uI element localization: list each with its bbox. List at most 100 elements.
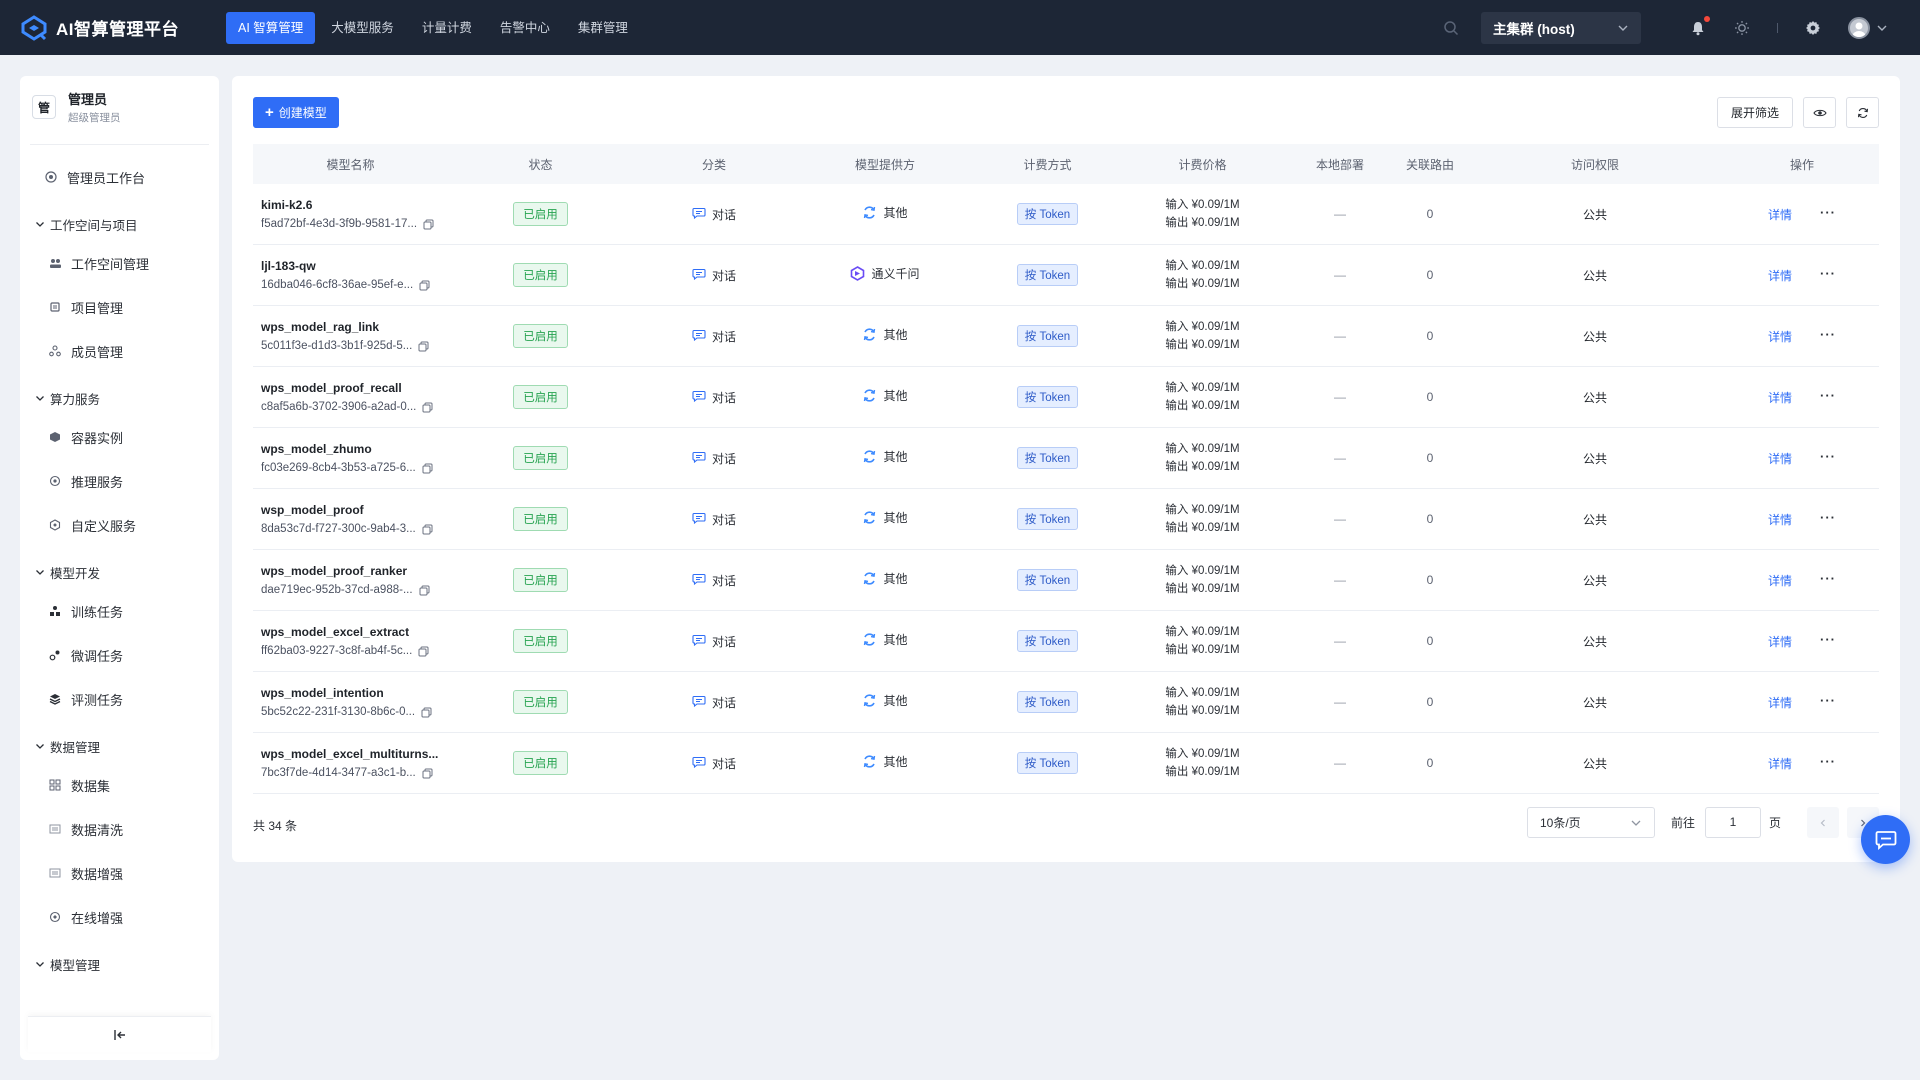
cluster-select[interactable]: 主集群 (host) [1481, 11, 1641, 44]
more-actions-icon[interactable]: ··· [1820, 632, 1836, 647]
sidebar-item-0-0[interactable]: 工作空间管理 [20, 241, 219, 285]
sidebar-item-3-3[interactable]: 在线增强 [20, 895, 219, 939]
settings-gear-icon[interactable] [1804, 19, 1822, 37]
sidebar-item-workbench[interactable]: 管理员工作台 [20, 155, 219, 199]
model-name[interactable]: wps_model_zhumo [261, 442, 372, 456]
sidebar-item-2-2[interactable]: 评测任务 [20, 677, 219, 721]
model-table: 模型名称 状态 分类 模型提供方 计费方式 计费价格 本地部署 关联路由 访问权限 操作 kimi… [253, 144, 1879, 794]
detail-link[interactable]: 详情 [1768, 450, 1792, 467]
nav-item-4[interactable]: 集群管理 [566, 12, 640, 44]
sidebar-group-1[interactable]: 算力服务 [20, 381, 219, 415]
user-menu[interactable] [1848, 16, 1888, 39]
more-actions-icon[interactable]: ··· [1820, 205, 1836, 220]
model-name[interactable]: wps_model_excel_multiturns... [261, 747, 438, 761]
sidebar-item-1-1[interactable]: 推理服务 [20, 459, 219, 503]
sidebar-item-1-2[interactable]: 自定义服务 [20, 503, 219, 547]
more-actions-icon[interactable]: ··· [1820, 693, 1836, 708]
theme-sun-icon[interactable] [1733, 19, 1751, 37]
price-output: 输出 ¥0.09/1M [1165, 339, 1240, 351]
model-name[interactable]: wps_model_proof_ranker [261, 564, 407, 578]
sidebar-item-2-0[interactable]: 训练任务 [20, 589, 219, 633]
detail-link[interactable]: 详情 [1768, 755, 1792, 772]
model-name[interactable]: wps_model_intention [261, 686, 384, 700]
nav-item-1[interactable]: 大模型服务 [319, 12, 406, 44]
billing-cell: 按 Token [975, 672, 1120, 732]
copy-icon[interactable] [418, 341, 429, 352]
more-actions-icon[interactable]: ··· [1820, 510, 1836, 525]
model-name[interactable]: kimi-k2.6 [261, 198, 312, 212]
more-actions-icon[interactable]: ··· [1820, 327, 1836, 342]
sidebar-item-3-1[interactable]: 数据清洗 [20, 807, 219, 851]
prev-page-button[interactable] [1807, 807, 1839, 838]
create-model-label: 创建模型 [278, 106, 327, 120]
sidebar-group-3[interactable]: 数据管理 [20, 729, 219, 763]
table-row[interactable]: wps_model_proof_ranker dae719ec-952b-37cd… [253, 550, 1879, 611]
model-name[interactable]: wps_model_proof_recall [261, 381, 402, 395]
notification-bell-icon[interactable] [1689, 15, 1710, 37]
detail-link[interactable]: 详情 [1768, 694, 1792, 711]
page-size-select[interactable]: 10条/页 [1526, 807, 1655, 838]
more-actions-icon[interactable]: ··· [1820, 388, 1836, 403]
sidebar-group-4[interactable]: 模型管理 [20, 947, 219, 981]
more-actions-icon[interactable]: ··· [1820, 266, 1836, 281]
more-actions-icon[interactable]: ··· [1820, 571, 1836, 586]
copy-icon[interactable] [422, 463, 433, 474]
model-name[interactable]: wsp_model_proof [261, 503, 364, 517]
sidebar-item-0-2[interactable]: 成员管理 [20, 329, 219, 373]
table-row[interactable]: wps_model_excel_extract ff62ba03-9227-3c8… [253, 611, 1879, 672]
detail-link[interactable]: 详情 [1768, 206, 1792, 223]
table-row[interactable]: wps_model_proof_recall c8af5a6b-3702-3906… [253, 367, 1879, 428]
price-cell: 输入 ¥0.09/1M 输出 ¥0.09/1M [1120, 672, 1285, 732]
refresh-button[interactable] [1846, 97, 1879, 128]
category-cell: 对话 [633, 611, 795, 671]
expand-filter-button[interactable]: 展开筛选 [1716, 97, 1793, 128]
sidebar-group-2[interactable]: 模型开发 [20, 555, 219, 589]
goto-page-input[interactable]: 1 [1704, 807, 1761, 838]
copy-icon[interactable] [422, 402, 433, 413]
detail-link[interactable]: 详情 [1768, 267, 1792, 284]
copy-icon[interactable] [419, 585, 430, 596]
sidebar-item-3-2[interactable]: 数据增强 [20, 851, 219, 895]
nav-item-0[interactable]: AI 智算管理 [226, 11, 316, 44]
chat-assistant-button[interactable] [1861, 815, 1910, 864]
table-row[interactable]: wps_model_excel_multiturns... 7bc3f7de-4d… [253, 733, 1879, 794]
app-logo[interactable]: AI智算管理平台 [20, 14, 206, 42]
provider-text: 其他 [883, 693, 908, 708]
nav-item-3[interactable]: 告警中心 [488, 12, 562, 44]
model-name[interactable]: ljl-183-qw [261, 259, 316, 273]
detail-link[interactable]: 详情 [1768, 328, 1792, 345]
detail-link[interactable]: 详情 [1768, 389, 1792, 406]
copy-icon[interactable] [418, 646, 429, 657]
more-actions-icon[interactable]: ··· [1820, 449, 1836, 464]
table-row[interactable]: wps_model_intention 5bc52c22-231f-3130-8b… [253, 672, 1879, 733]
training-icon [48, 604, 62, 618]
copy-icon[interactable] [419, 280, 430, 291]
more-actions-icon[interactable]: ··· [1820, 754, 1836, 769]
detail-link[interactable]: 详情 [1768, 572, 1792, 589]
model-name[interactable]: wps_model_rag_link [261, 320, 379, 334]
copy-icon[interactable] [422, 524, 433, 535]
copy-icon[interactable] [422, 768, 433, 779]
create-model-button[interactable]: + 创建模型 [253, 97, 339, 128]
sidebar-item-3-0[interactable]: 数据集 [20, 763, 219, 807]
table-row[interactable]: wps_model_rag_link 5c011f3e-d1d3-3b1f-925… [253, 306, 1879, 367]
custom-service-icon [48, 518, 62, 532]
copy-icon[interactable] [423, 219, 434, 230]
column-visibility-button[interactable] [1803, 97, 1836, 128]
sidebar-item-1-0[interactable]: 容器实例 [20, 415, 219, 459]
table-row[interactable]: kimi-k2.6 f5ad72bf-4e3d-3f9b-9581-17... 已启… [253, 184, 1879, 245]
sidebar-collapse-button[interactable] [28, 1016, 211, 1052]
sidebar-group-0[interactable]: 工作空间与项目 [20, 207, 219, 241]
model-name[interactable]: wps_model_excel_extract [261, 625, 409, 639]
copy-icon[interactable] [421, 707, 432, 718]
nav-item-2[interactable]: 计量计费 [410, 12, 484, 44]
status-cell: 已启用 [448, 611, 633, 671]
sidebar-item-0-1[interactable]: 项目管理 [20, 285, 219, 329]
sidebar-item-2-1[interactable]: 微调任务 [20, 633, 219, 677]
table-row[interactable]: wps_model_zhumo fc03e269-8cb4-3b53-a725-6… [253, 428, 1879, 489]
detail-link[interactable]: 详情 [1768, 633, 1792, 650]
table-row[interactable]: wsp_model_proof 8da53c7d-f727-300c-9ab4-3… [253, 489, 1879, 550]
table-row[interactable]: ljl-183-qw 16dba046-6cf8-36ae-95ef-e... 已启… [253, 245, 1879, 306]
search-icon[interactable] [1443, 20, 1459, 36]
detail-link[interactable]: 详情 [1768, 511, 1792, 528]
